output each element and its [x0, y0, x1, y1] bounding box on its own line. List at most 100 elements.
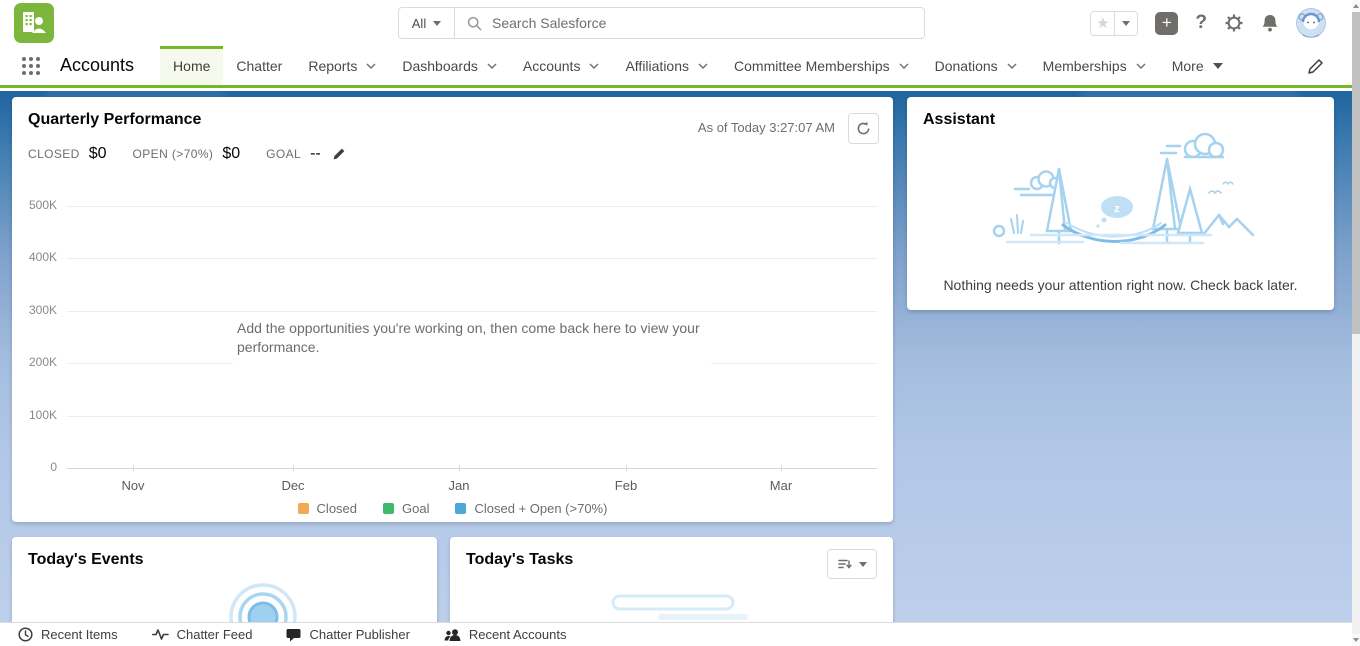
accounts-app-icon [19, 8, 49, 38]
tab-label: Accounts [523, 58, 581, 74]
chevron-down-icon [487, 63, 497, 69]
stat-open: OPEN (>70%) $0 [133, 145, 241, 163]
x-tick-label: Feb [598, 478, 654, 493]
favorites-list-button[interactable] [1114, 12, 1137, 35]
assistant-empty-message: Nothing needs your attention right now. … [907, 277, 1334, 293]
events-illustration [212, 577, 322, 622]
app-logo[interactable] [14, 3, 54, 43]
notifications-bell-icon[interactable] [1261, 13, 1279, 33]
search-field [455, 8, 924, 38]
chevron-down-icon [899, 63, 909, 69]
legend-label: Closed + Open (>70%) [474, 501, 607, 516]
header-utilities: ★ + ? [1090, 0, 1326, 46]
edit-goal-pencil-icon[interactable] [332, 147, 346, 161]
tab-committee-memberships[interactable]: Committee Memberships [721, 46, 922, 85]
legend-item-goal: Goal [383, 501, 429, 516]
stat-closed: CLOSED $0 [28, 145, 107, 163]
tab-accounts[interactable]: Accounts [510, 46, 613, 85]
stat-label: CLOSED [28, 147, 80, 161]
favorites-star-icon: ★ [1096, 16, 1109, 31]
tab-affiliations[interactable]: Affiliations [612, 46, 721, 85]
y-tick-label: 300K [17, 303, 57, 317]
favorites-button-group: ★ [1090, 11, 1138, 36]
utility-label: Chatter Publisher [309, 627, 409, 642]
chevron-down-icon [433, 21, 441, 26]
chevron-down-icon [589, 63, 599, 69]
tab-home[interactable]: Home [160, 46, 223, 85]
help-button[interactable]: ? [1195, 12, 1207, 34]
scrollbar-thumb[interactable] [1352, 12, 1360, 334]
x-tick-label: Dec [265, 478, 321, 493]
page-scrollbar[interactable] [1352, 0, 1360, 646]
global-actions-button[interactable]: + [1155, 12, 1178, 35]
search-input[interactable] [492, 15, 912, 31]
x-tick [459, 465, 460, 471]
tab-label: Committee Memberships [734, 58, 890, 74]
tab-label: Donations [935, 58, 998, 74]
tab-dashboards[interactable]: Dashboards [389, 46, 510, 85]
quarterly-performance-card: Quarterly Performance As of Today 3:27:0… [12, 97, 893, 522]
people-icon [444, 628, 461, 642]
tab-memberships[interactable]: Memberships [1030, 46, 1159, 85]
tab-label: Reports [308, 58, 357, 74]
utility-chatter-publisher[interactable]: Chatter Publisher [286, 627, 409, 642]
tab-label: Affiliations [625, 58, 689, 74]
chevron-down-icon [1007, 63, 1017, 69]
search-icon [467, 16, 482, 31]
x-tick [626, 465, 627, 471]
legend-item-closed: Closed [298, 501, 357, 516]
x-tick [293, 465, 294, 471]
y-tick-label: 500K [17, 198, 57, 212]
gridline [67, 416, 877, 417]
tab-chatter[interactable]: Chatter [223, 46, 295, 85]
scrollbar-down-arrow[interactable] [1352, 634, 1360, 646]
help-icon: ? [1195, 12, 1207, 33]
y-tick-label: 200K [17, 355, 57, 369]
todays-events-card: Today's Events [12, 537, 437, 622]
tab-reports[interactable]: Reports [295, 46, 389, 85]
clock-icon [18, 627, 33, 642]
utility-recent-accounts[interactable]: Recent Accounts [444, 627, 567, 642]
svg-text:z: z [1114, 203, 1120, 215]
refresh-icon [856, 121, 871, 136]
edit-nav-pencil-icon[interactable] [1307, 58, 1324, 75]
stat-goal: GOAL -- [266, 145, 346, 163]
card-title: Assistant [923, 111, 995, 129]
chart-empty-state-message: Add the opportunities you're working on,… [233, 313, 711, 364]
scrollbar-up-arrow[interactable] [1352, 0, 1360, 12]
utility-label: Chatter Feed [177, 627, 253, 642]
app-name: Accounts [60, 55, 134, 76]
app-launcher-icon[interactable] [22, 57, 40, 75]
setup-gear-icon[interactable] [1224, 13, 1244, 33]
favorites-star-button[interactable]: ★ [1091, 12, 1114, 35]
assistant-card: Assistant [907, 97, 1334, 310]
global-header: All ★ + [0, 0, 1352, 46]
x-tick-label: Mar [753, 478, 809, 493]
tab-label: Chatter [236, 58, 282, 74]
tab-more[interactable]: More [1159, 46, 1236, 85]
refresh-button[interactable] [848, 113, 879, 144]
search-scope-dropdown[interactable]: All [399, 8, 455, 38]
stat-value: -- [310, 145, 321, 163]
chevron-down-icon [859, 562, 867, 567]
tasks-sort-button[interactable] [827, 549, 877, 579]
chevron-down-icon [1122, 21, 1130, 26]
chat-bubble-icon [286, 628, 301, 642]
utility-chatter-feed[interactable]: Chatter Feed [152, 627, 253, 642]
legend-swatch [383, 503, 394, 514]
y-tick-label: 0 [17, 460, 57, 474]
y-tick-label: 100K [17, 408, 57, 422]
todays-tasks-card: Today's Tasks [450, 537, 893, 622]
salesforce-home-page: All ★ + [0, 0, 1360, 646]
tab-donations[interactable]: Donations [922, 46, 1030, 85]
chart-legend: Closed Goal Closed + Open (>70%) [12, 501, 893, 516]
tab-label: Memberships [1043, 58, 1127, 74]
gridline [67, 206, 877, 207]
utility-label: Recent Items [41, 627, 118, 642]
stat-value: $0 [89, 145, 107, 163]
avatar-astro-illustration [1296, 8, 1326, 38]
x-tick-label: Nov [105, 478, 161, 493]
as-of-timestamp: As of Today 3:27:07 AM [698, 120, 835, 135]
utility-recent-items[interactable]: Recent Items [18, 627, 118, 642]
user-avatar[interactable] [1296, 8, 1326, 38]
